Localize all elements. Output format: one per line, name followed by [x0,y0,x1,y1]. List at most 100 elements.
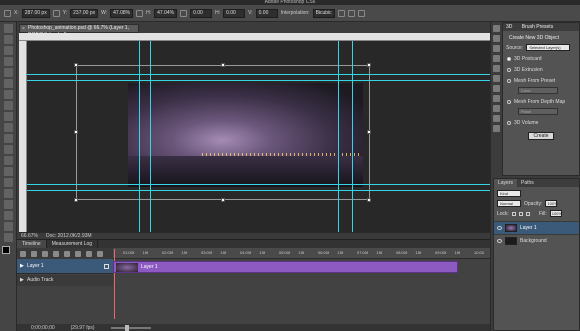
tab-layers[interactable]: Layers [494,179,518,187]
vertical-ruler[interactable] [19,41,27,232]
transform-handle[interactable] [221,198,225,202]
character-icon[interactable] [493,75,500,82]
transform-bounding-box[interactable] [76,65,370,200]
transition-icon[interactable] [97,250,103,257]
radio-icon[interactable] [507,68,511,72]
option-3d-extrusion[interactable]: 3D Extrusion [507,67,579,73]
transform-icon[interactable] [4,9,11,17]
time-ruler[interactable]: 01:00f 15f 02:00f 15f 03:00f 15f 04:00f 15f 05:0… [113,248,490,259]
link-icon[interactable] [52,9,60,17]
zoom-slider[interactable] [110,325,151,331]
opacity-field[interactable]: 100% [545,200,558,207]
audio-track-row[interactable]: ▶ Audio Track [17,275,113,286]
brush-presets-icon[interactable] [493,35,500,42]
brush-tool-icon[interactable] [4,101,13,110]
adjustments-icon[interactable] [493,105,500,112]
canvas-area[interactable] [27,41,490,232]
eyedropper-tool-icon[interactable] [4,79,13,88]
scissors-icon[interactable] [86,250,92,257]
option-3d-volume[interactable]: 3D Volume [507,120,579,126]
transform-handle[interactable] [74,63,78,67]
transform-handle[interactable] [367,63,371,67]
audio-icon[interactable] [64,250,70,257]
x-field[interactable]: 287.00 px [21,8,50,18]
commit-transform-icon[interactable] [357,9,365,17]
layer-row-layer-1[interactable]: Layer 1 [494,221,579,234]
close-icon[interactable]: × [22,26,25,33]
quick-select-tool-icon[interactable] [4,57,13,66]
history-icon[interactable] [493,45,500,52]
pen-tool-icon[interactable] [4,178,13,187]
option-mesh-from-preset[interactable]: Mesh From Preset [507,78,579,84]
dodge-tool-icon[interactable] [4,167,13,176]
eraser-tool-icon[interactable] [4,134,13,143]
lock-position-icon[interactable] [518,211,523,216]
radio-icon[interactable] [507,79,511,83]
interpolation-select[interactable]: Bicubic [312,8,335,18]
expand-caret-icon[interactable]: ▶ [20,259,24,274]
play-icon[interactable] [42,250,48,257]
angle-field[interactable]: 0.00 [190,8,213,18]
y-field[interactable]: 237.00 px [70,8,99,18]
paragraph-icon[interactable] [493,85,500,92]
horizontal-ruler[interactable] [19,33,490,41]
tab-paths[interactable]: Paths [517,179,538,187]
blend-mode-select[interactable]: Normal [497,200,521,207]
path-select-tool-icon[interactable] [4,200,13,209]
cancel-transform-icon[interactable] [347,9,355,17]
radio-icon[interactable] [507,121,511,125]
document-tab[interactable]: × Photoshop_animation.psd @ 66.7% (Layer… [19,24,139,38]
transform-handle[interactable] [74,130,78,134]
hand-tool-icon[interactable] [4,222,13,231]
guide-line[interactable] [27,190,490,191]
actions-icon[interactable] [493,65,500,72]
styles-icon[interactable] [493,115,500,122]
timeline-layer-row[interactable]: ▶ Layer 1 [17,259,113,274]
layer-row-background[interactable]: Background [494,234,579,247]
preset-select[interactable]: Cone [518,87,558,94]
visibility-eye-icon[interactable] [497,239,502,243]
guide-line[interactable] [338,41,339,232]
foreground-color[interactable] [2,246,10,254]
tab-measurement-log[interactable]: Measurement Log [47,240,99,248]
color-swatches[interactable] [2,246,15,258]
move-tool-icon[interactable] [4,24,13,33]
visibility-eye-icon[interactable] [497,226,502,230]
transform-handle[interactable] [367,130,371,134]
v-skew-field[interactable]: 0.00 [255,8,278,18]
3d-panel-tab[interactable]: 3D Brush Presets [503,23,579,31]
first-frame-icon[interactable] [20,250,26,257]
prev-frame-icon[interactable] [31,250,37,257]
guide-line[interactable] [27,184,490,185]
transform-handle[interactable] [221,63,225,67]
guide-line[interactable] [150,41,151,232]
warp-icon[interactable] [337,9,345,17]
channels-icon[interactable] [493,125,500,132]
properties-icon[interactable] [493,55,500,62]
lock-all-icon[interactable] [525,211,530,216]
marquee-tool-icon[interactable] [4,35,13,44]
stamp-tool-icon[interactable] [4,112,13,121]
fill-field[interactable]: 100% [549,210,562,217]
h-skew-field[interactable]: 0.00 [223,8,246,18]
width-field[interactable]: 47.08% [110,8,134,18]
lasso-tool-icon[interactable] [4,46,13,55]
depthmap-select[interactable]: Plane [518,108,558,115]
film-icon[interactable] [104,264,109,269]
radio-icon[interactable] [507,100,511,104]
guide-line[interactable] [27,80,490,81]
option-3d-postcard[interactable]: 3D Postcard [507,56,579,62]
tab-brush-presets[interactable]: Brush Presets [522,24,553,30]
blur-tool-icon[interactable] [4,156,13,165]
create-button[interactable]: Create [528,132,554,140]
guide-line[interactable] [27,74,490,75]
kind-filter-select[interactable]: Kind [497,190,521,197]
audio-caret-icon[interactable]: ▶ [20,275,24,286]
height-field[interactable]: 47.04% [154,8,178,18]
healing-tool-icon[interactable] [4,90,13,99]
gradient-tool-icon[interactable] [4,145,13,154]
zoom-tool-icon[interactable] [4,233,13,242]
crop-tool-icon[interactable] [4,68,13,77]
next-frame-icon[interactable] [53,250,59,257]
tab-timeline[interactable]: Timeline [17,240,47,248]
